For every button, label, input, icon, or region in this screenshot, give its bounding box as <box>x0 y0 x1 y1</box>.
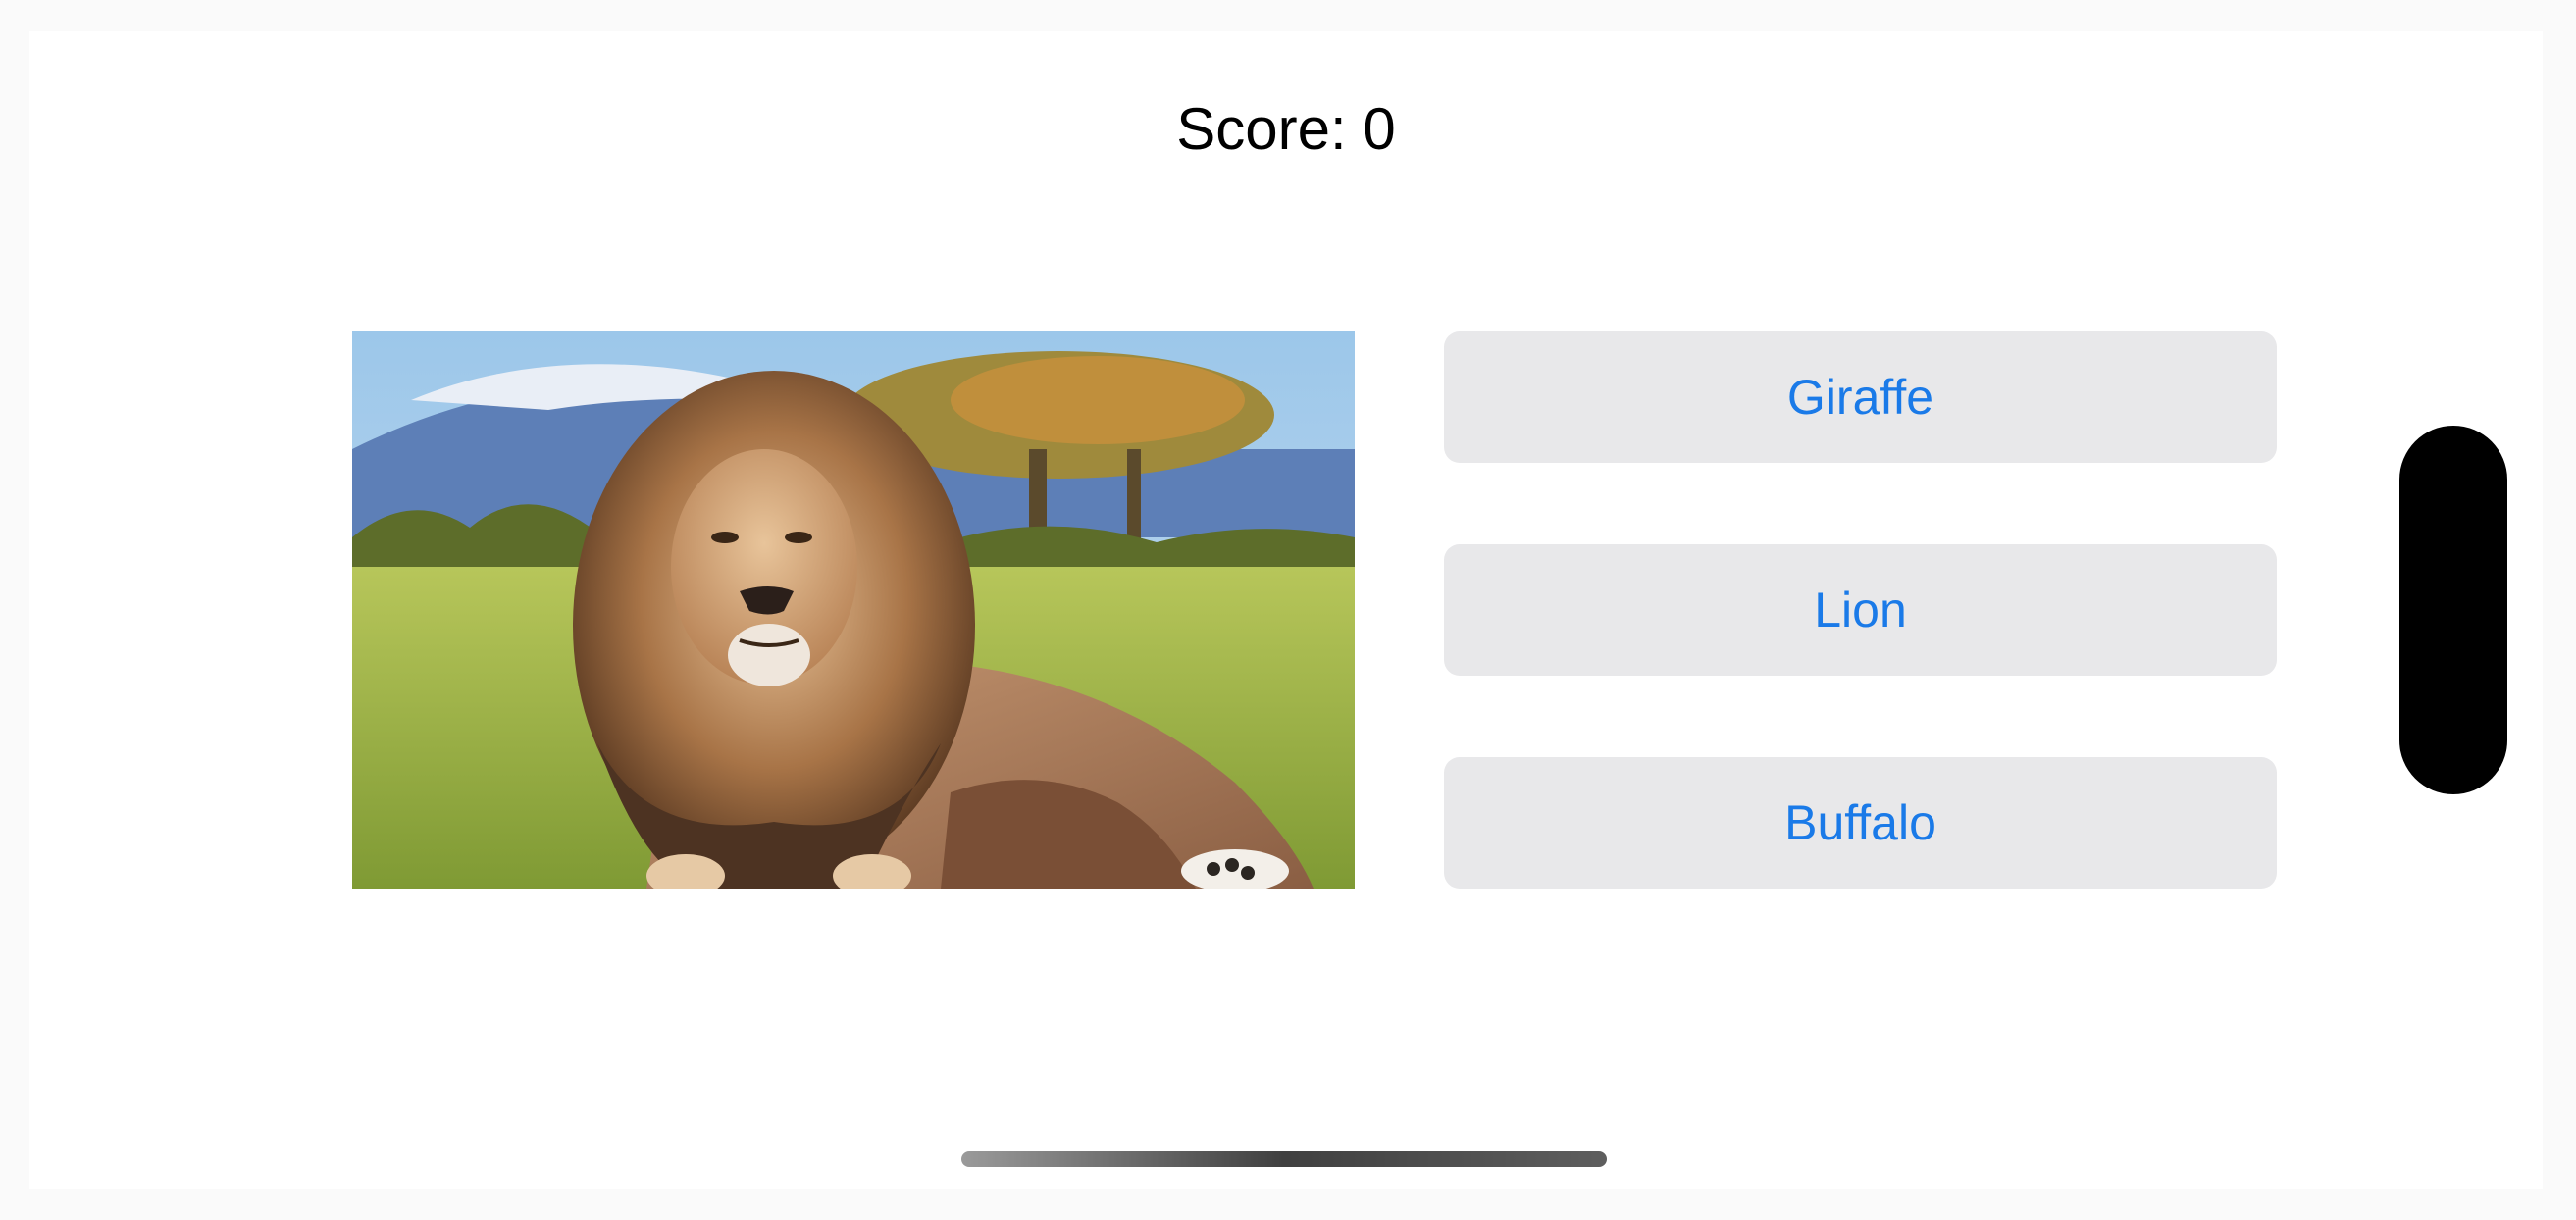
side-pill-control <box>2399 426 2507 794</box>
option-button-buffalo[interactable]: Buffalo <box>1444 757 2277 889</box>
home-indicator[interactable] <box>961 1151 1607 1167</box>
lion-photo <box>352 331 1355 889</box>
game-screen: Score: 0 Giraffe Lion Buffalo <box>29 31 2543 1189</box>
option-button-lion[interactable]: Lion <box>1444 544 2277 676</box>
option-button-giraffe[interactable]: Giraffe <box>1444 331 2277 463</box>
score-label: Score: 0 <box>1176 96 1396 162</box>
